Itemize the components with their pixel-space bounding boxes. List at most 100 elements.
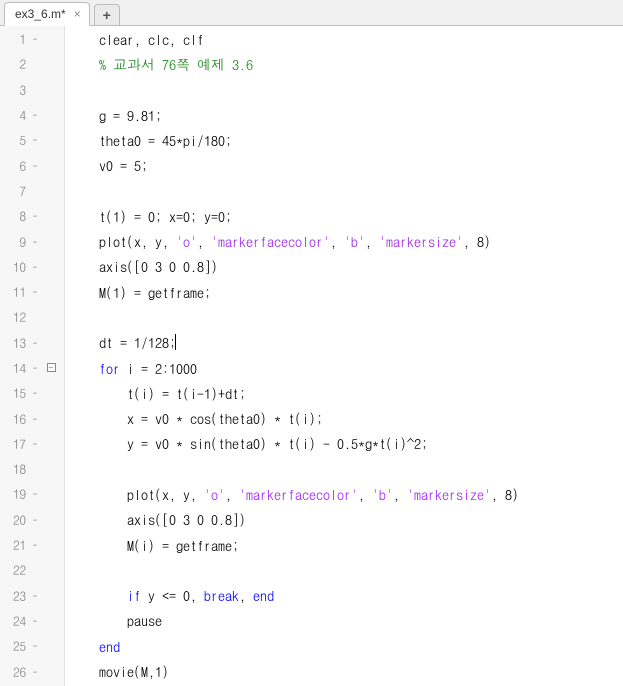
code-line[interactable]: % 교과서 76쪽 예제 3.6 <box>71 51 623 76</box>
new-tab-button[interactable]: + <box>94 4 120 26</box>
gutter-line[interactable]: 23– <box>0 583 64 608</box>
tab-bar: ex3_6.m* × + <box>0 0 623 26</box>
code-line[interactable]: movie(M,1) <box>71 658 623 683</box>
gutter-line[interactable]: 3 <box>0 77 64 102</box>
code-token-plain: plot(x, y, <box>71 484 204 504</box>
executable-marker: – <box>26 206 44 225</box>
code-line[interactable]: t(i) = t(i-1)+dt; <box>71 380 623 405</box>
gutter-line[interactable]: 10– <box>0 254 64 279</box>
line-number: 22 <box>0 560 26 579</box>
executable-marker: – <box>26 586 44 605</box>
code-line[interactable] <box>71 77 623 102</box>
code-line[interactable]: M(1) = getframe; <box>71 279 623 304</box>
line-number: 10 <box>0 257 26 276</box>
code-area[interactable]: clear, clc, clf % 교과서 76쪽 예제 3.6 g = 9.8… <box>65 26 623 686</box>
gutter-line[interactable]: 5– <box>0 127 64 152</box>
code-line[interactable] <box>71 304 623 329</box>
code-line[interactable]: end <box>71 633 623 658</box>
fold-minus-icon[interactable]: − <box>47 363 56 372</box>
code-line[interactable]: dt = 1/128; <box>71 330 623 355</box>
executable-marker: – <box>26 257 44 276</box>
code-token-plain <box>71 358 99 378</box>
code-token-plain: t(i) = t(i-1)+dt; <box>71 383 246 403</box>
code-line[interactable]: x = v0 * cos(theta0) * t(i); <box>71 405 623 430</box>
file-tab[interactable]: ex3_6.m* × <box>4 2 90 26</box>
executable-marker: – <box>26 611 44 630</box>
code-token-plain: plot(x, y, <box>71 231 176 251</box>
gutter-line[interactable]: 25– <box>0 633 64 658</box>
code-token-plain: y = v0 * sin(theta0) * t(i) - 0.5*g*t(i)… <box>71 433 428 453</box>
line-number: 6 <box>0 156 26 175</box>
gutter-line[interactable]: 14–− <box>0 355 64 380</box>
code-token-plain <box>71 636 99 656</box>
gutter-line[interactable]: 9– <box>0 228 64 253</box>
code-token-plain: M(1) = getframe; <box>71 282 211 302</box>
code-line[interactable]: y = v0 * sin(theta0) * t(i) - 0.5*g*t(i)… <box>71 431 623 456</box>
code-line[interactable]: plot(x, y, 'o', 'markerfacecolor', 'b', … <box>71 228 623 253</box>
code-token-plain: pause <box>71 610 162 630</box>
code-line[interactable]: pause <box>71 608 623 633</box>
fold-control[interactable]: − <box>44 363 58 372</box>
close-icon[interactable]: × <box>74 8 81 20</box>
code-editor[interactable]: 1–234–5–6–78–9–10–11–1213–14–−15–16–17–1… <box>0 26 623 686</box>
gutter-line[interactable]: 15– <box>0 380 64 405</box>
gutter-line[interactable]: 7 <box>0 178 64 203</box>
code-line[interactable]: for i = 2:1000 <box>71 355 623 380</box>
code-line[interactable]: if y <= 0, break, end <box>71 583 623 608</box>
gutter-line[interactable]: 12 <box>0 304 64 329</box>
code-line[interactable]: axis([0 3 0 0.8]) <box>71 507 623 532</box>
line-number: 3 <box>0 80 26 99</box>
code-token-string: 'markersize' <box>407 484 491 504</box>
line-number: 17 <box>0 434 26 453</box>
gutter-line[interactable]: 16– <box>0 405 64 430</box>
line-number: 13 <box>0 333 26 352</box>
gutter-line[interactable]: 1– <box>0 26 64 51</box>
code-token-plain: dt = 1/128; <box>71 332 176 352</box>
code-line[interactable]: v0 = 5; <box>71 152 623 177</box>
code-token-string: 'b' <box>372 484 393 504</box>
line-number: 9 <box>0 232 26 251</box>
gutter-line[interactable]: 13– <box>0 330 64 355</box>
gutter-line[interactable]: 18 <box>0 456 64 481</box>
code-token-plain: v0 = 5; <box>71 155 148 175</box>
gutter-line[interactable]: 19– <box>0 481 64 506</box>
code-line[interactable]: axis([0 3 0 0.8]) <box>71 254 623 279</box>
code-token-plain: movie(M,1) <box>71 661 169 681</box>
code-token-plain: i = 2:1000 <box>120 358 197 378</box>
code-token-plain: , 8) <box>491 484 519 504</box>
code-token-keyword: for <box>99 358 120 378</box>
code-line[interactable] <box>71 456 623 481</box>
code-line[interactable] <box>71 557 623 582</box>
executable-marker: – <box>26 409 44 428</box>
line-number: 15 <box>0 383 26 402</box>
executable-marker: – <box>26 29 44 48</box>
gutter-line[interactable]: 8– <box>0 203 64 228</box>
code-line[interactable]: theta0 = 45*pi/180; <box>71 127 623 152</box>
code-line[interactable]: clear, clc, clf <box>71 26 623 51</box>
code-token-keyword: end <box>253 585 274 605</box>
executable-marker: – <box>26 434 44 453</box>
code-line[interactable]: t(1) = 0; x=0; y=0; <box>71 203 623 228</box>
code-line[interactable]: g = 9.81; <box>71 102 623 127</box>
gutter-line[interactable]: 22 <box>0 557 64 582</box>
gutter-line[interactable]: 17– <box>0 431 64 456</box>
line-number: 23 <box>0 586 26 605</box>
code-line[interactable] <box>71 178 623 203</box>
code-token-plain: theta0 = 45*pi/180; <box>71 130 232 150</box>
gutter-line[interactable]: 4– <box>0 102 64 127</box>
code-token-plain <box>71 585 127 605</box>
gutter-line[interactable]: 6– <box>0 152 64 177</box>
executable-marker: – <box>26 510 44 529</box>
gutter-line[interactable]: 2 <box>0 51 64 76</box>
code-line[interactable]: plot(x, y, 'o', 'markerfacecolor', 'b', … <box>71 481 623 506</box>
gutter-line[interactable]: 11– <box>0 279 64 304</box>
code-line[interactable]: M(i) = getframe; <box>71 532 623 557</box>
code-token-plain: , <box>358 484 372 504</box>
gutter-line[interactable]: 24– <box>0 608 64 633</box>
line-number: 12 <box>0 307 26 326</box>
gutter-line[interactable]: 26– <box>0 658 64 683</box>
executable-marker: – <box>26 383 44 402</box>
code-token-string: 'markerfacecolor' <box>239 484 358 504</box>
gutter-line[interactable]: 20– <box>0 507 64 532</box>
gutter-line[interactable]: 21– <box>0 532 64 557</box>
